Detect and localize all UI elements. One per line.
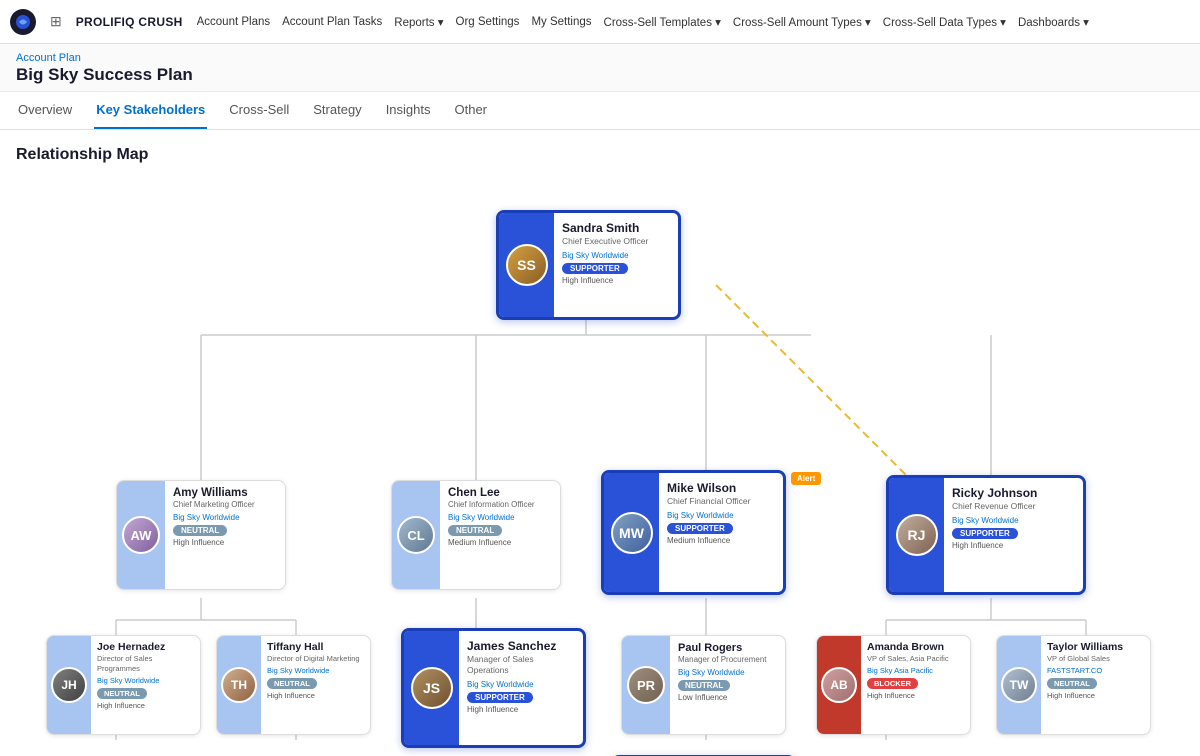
app-logo[interactable] <box>10 9 36 35</box>
amanda-company: Big Sky Asia Pacific <box>867 666 964 675</box>
nav-items: Account Plans Account Plan Tasks Reports… <box>197 15 1089 29</box>
nav-org-settings[interactable]: Org Settings <box>456 16 520 28</box>
amanda-title: VP of Sales, Asia Pacific <box>867 654 964 664</box>
page-title: Big Sky Success Plan <box>16 65 1184 85</box>
mike-badge: SUPPORTER <box>667 523 733 534</box>
grid-icon[interactable]: ⊞ <box>50 13 62 30</box>
chen-influence: Medium Influence <box>448 538 552 547</box>
tab-key-stakeholders[interactable]: Key Stakeholders <box>94 92 207 129</box>
card-paul[interactable]: PR Paul Rogers Manager of Procurement Bi… <box>621 635 786 735</box>
nav-cross-sell-templates[interactable]: Cross-Sell Templates ▾ <box>604 15 721 29</box>
ricky-influence: High Influence <box>952 541 1075 550</box>
tab-other[interactable]: Other <box>453 92 490 129</box>
joe-name: Joe Hernadez <box>97 641 194 653</box>
sandra-influence: High Influence <box>562 276 670 285</box>
james-title: Manager of Sales Operations <box>467 654 575 676</box>
nav-reports[interactable]: Reports ▾ <box>394 15 443 29</box>
chen-badge: NEUTRAL <box>448 525 502 536</box>
chen-company: Big Sky Worldwide <box>448 513 552 522</box>
card-chen[interactable]: CL Chen Lee Chief Information Officer Bi… <box>391 480 561 590</box>
amy-badge: NEUTRAL <box>173 525 227 536</box>
sandra-name: Sandra Smith <box>562 221 670 235</box>
tiffany-title: Director of Digital Marketing <box>267 654 364 664</box>
tiffany-company: Big Sky Worldwide <box>267 666 364 675</box>
alert-badge: Alert <box>791 472 821 485</box>
nav-my-settings[interactable]: My Settings <box>531 16 591 28</box>
amanda-name: Amanda Brown <box>867 641 964 653</box>
joe-influence: High Influence <box>97 701 194 710</box>
card-joe[interactable]: JH Joe Hernadez Director of Sales Progra… <box>46 635 201 735</box>
tab-insights[interactable]: Insights <box>384 92 433 129</box>
mike-company: Big Sky Worldwide <box>667 511 775 520</box>
chen-title: Chief Information Officer <box>448 500 552 510</box>
card-ricky[interactable]: RJ Ricky Johnson Chief Revenue Officer B… <box>886 475 1086 595</box>
ricky-company: Big Sky Worldwide <box>952 516 1075 525</box>
sandra-badge: SUPPORTER <box>562 263 628 274</box>
tabs: Overview Key Stakeholders Cross-Sell Str… <box>0 92 1200 130</box>
james-badge: SUPPORTER <box>467 692 533 703</box>
nav-dashboards[interactable]: Dashboards ▾ <box>1018 15 1089 29</box>
ricky-title: Chief Revenue Officer <box>952 501 1075 512</box>
top-nav: ⊞ PROLIFIQ CRUSH Account Plans Account P… <box>0 0 1200 44</box>
sandra-title: Chief Executive Officer <box>562 236 670 247</box>
mike-influence: Medium Influence <box>667 536 775 545</box>
card-amy[interactable]: AW Amy Williams Chief Marketing Officer … <box>116 480 286 590</box>
taylor-name: Taylor Williams <box>1047 641 1144 653</box>
nav-cross-sell-amount[interactable]: Cross-Sell Amount Types ▾ <box>733 15 871 29</box>
joe-badge: NEUTRAL <box>97 688 147 699</box>
org-chart: Alert Blocker SS Sandra Smith Chief Exec… <box>16 180 1146 740</box>
tab-overview[interactable]: Overview <box>16 92 74 129</box>
tiffany-badge: NEUTRAL <box>267 678 317 689</box>
tiffany-influence: High Influence <box>267 691 364 700</box>
section-title: Relationship Map <box>16 146 1184 164</box>
card-amanda[interactable]: AB Amanda Brown VP of Sales, Asia Pacifi… <box>816 635 971 735</box>
paul-title: Manager of Procurement <box>678 655 777 665</box>
card-sandra[interactable]: SS Sandra Smith Chief Executive Officer … <box>496 210 681 320</box>
taylor-title: VP of Global Sales <box>1047 654 1144 664</box>
tab-cross-sell[interactable]: Cross-Sell <box>227 92 291 129</box>
taylor-influence: High Influence <box>1047 691 1144 700</box>
taylor-company: FASTSTART.CO <box>1047 666 1144 675</box>
paul-influence: Low Influence <box>678 693 777 702</box>
tab-strategy[interactable]: Strategy <box>311 92 363 129</box>
joe-title: Director of Sales Programmes <box>97 654 194 674</box>
breadcrumb[interactable]: Account Plan <box>16 52 1184 64</box>
card-james[interactable]: JS James Sanchez Manager of Sales Operat… <box>401 628 586 748</box>
nav-cross-sell-data[interactable]: Cross-Sell Data Types ▾ <box>883 15 1006 29</box>
paul-badge: NEUTRAL <box>678 680 730 691</box>
paul-company: Big Sky Worldwide <box>678 668 777 677</box>
card-mike[interactable]: MW Mike Wilson Chief Financial Officer B… <box>601 470 786 595</box>
main-content: Relationship Map <box>0 130 1200 756</box>
amanda-badge: BLOCKER <box>867 678 918 689</box>
nav-account-plans[interactable]: Account Plans <box>197 16 271 28</box>
mike-name: Mike Wilson <box>667 481 775 495</box>
sandra-company: Big Sky Worldwide <box>562 251 670 260</box>
ricky-badge: SUPPORTER <box>952 528 1018 539</box>
chen-name: Chen Lee <box>448 487 552 499</box>
amy-name: Amy Williams <box>173 487 277 499</box>
tiffany-name: Tiffany Hall <box>267 641 364 653</box>
paul-name: Paul Rogers <box>678 642 777 654</box>
brand-name: PROLIFIQ CRUSH <box>76 15 183 29</box>
ricky-name: Ricky Johnson <box>952 486 1075 500</box>
james-company: Big Sky Worldwide <box>467 680 575 689</box>
amy-title: Chief Marketing Officer <box>173 500 277 510</box>
card-taylor[interactable]: TW Taylor Williams VP of Global Sales FA… <box>996 635 1151 735</box>
amy-company: Big Sky Worldwide <box>173 513 277 522</box>
james-name: James Sanchez <box>467 639 575 653</box>
joe-company: Big Sky Worldwide <box>97 676 194 685</box>
nav-account-plan-tasks[interactable]: Account Plan Tasks <box>282 16 382 28</box>
mike-title: Chief Financial Officer <box>667 496 775 507</box>
amy-influence: High Influence <box>173 538 277 547</box>
card-tiffany[interactable]: TH Tiffany Hall Director of Digital Mark… <box>216 635 371 735</box>
taylor-badge: NEUTRAL <box>1047 678 1097 689</box>
page-header: Account Plan Big Sky Success Plan <box>0 44 1200 92</box>
james-influence: High Influence <box>467 705 575 714</box>
amanda-influence: High Influence <box>867 691 964 700</box>
